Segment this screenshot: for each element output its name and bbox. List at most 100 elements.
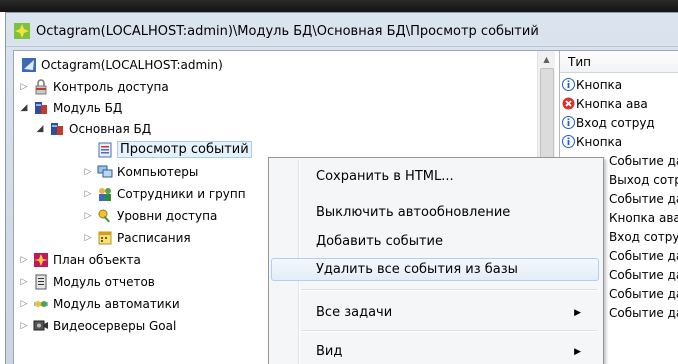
tree-item-floor-plan[interactable]: ▷ План объекта bbox=[18, 249, 141, 270]
list-item-text: Кнопка bbox=[576, 77, 623, 92]
tree-item-db-module[interactable]: ◢ Модуль БД bbox=[18, 97, 123, 118]
collapse-arrow-icon[interactable]: ◢ bbox=[34, 123, 46, 135]
list-item-text: Кнопка ава bbox=[609, 210, 678, 225]
menu-item-label: Выключить автообновление bbox=[316, 205, 511, 220]
list-item-text: Кнопка ава bbox=[576, 96, 648, 111]
access-levels-icon bbox=[98, 209, 110, 222]
menu-item-add-event[interactable]: Добавить событие bbox=[271, 230, 599, 253]
submenu-arrow-icon: ▶ bbox=[574, 307, 581, 318]
tree-item-access-levels[interactable]: ▷ Уровни доступа bbox=[82, 205, 218, 226]
list-item-text: Вход сотруд bbox=[609, 229, 678, 244]
tree-item-reports[interactable]: ▷ Модуль отчетов bbox=[18, 271, 155, 292]
tree-item-label: Модуль автоматики bbox=[53, 296, 180, 311]
tree-item-label: Расписания bbox=[117, 230, 191, 245]
list-item-text: Событие да bbox=[609, 191, 678, 206]
tree-item-label: Octagram(LOCALHOST:admin) bbox=[41, 57, 223, 72]
top-edge-strip bbox=[0, 0, 678, 12]
mmc-window: Octagram(LOCALHOST:admin)\Модуль БД\Осно… bbox=[0, 0, 678, 364]
list-item[interactable]: Кнопка ава bbox=[609, 208, 678, 227]
column-header-type[interactable]: Тип bbox=[560, 51, 678, 73]
menu-item-delete-all-events[interactable]: Удалить все события из базы bbox=[271, 258, 599, 281]
list-item-text: Выход сотр bbox=[609, 172, 678, 187]
tree-item-employees[interactable]: ▷ Сотрудники и групп bbox=[82, 183, 246, 204]
tree-item-label: Модуль БД bbox=[53, 100, 123, 115]
window-title: Octagram(LOCALHOST:admin)\Модуль БД\Осно… bbox=[36, 23, 539, 39]
list-item[interactable]: Событие да bbox=[609, 151, 678, 170]
tree-item-label: Контроль доступа bbox=[53, 79, 169, 94]
expand-arrow-icon[interactable]: ▷ bbox=[18, 320, 30, 332]
list-item[interactable]: Выход сотр bbox=[609, 170, 678, 189]
list-item-text: Событие да bbox=[609, 286, 678, 301]
list-item-text: Событие да bbox=[609, 267, 678, 282]
tree-item-label: Модуль отчетов bbox=[53, 274, 155, 289]
expand-arrow-icon[interactable]: ▷ bbox=[18, 276, 30, 288]
octagram-logo-icon bbox=[14, 23, 30, 39]
scroll-up-arrow-icon[interactable]: ▲ bbox=[538, 51, 555, 68]
expand-arrow-icon[interactable]: ▷ bbox=[82, 188, 94, 200]
menu-item-all-tasks[interactable]: Все задачи ▶ bbox=[271, 301, 599, 324]
expand-arrow-icon[interactable]: ▷ bbox=[18, 254, 30, 266]
menu-item-label: Все задачи bbox=[316, 305, 393, 320]
list-item[interactable]: Событие да bbox=[609, 189, 678, 208]
tree-item-main-db[interactable]: ◢ Основная БД bbox=[34, 118, 152, 139]
list-item[interactable]: Кнопка bbox=[562, 132, 622, 151]
list-item[interactable]: Кнопка ава bbox=[562, 94, 648, 113]
info-icon bbox=[562, 135, 575, 148]
tree-item-automation[interactable]: ▷ Модуль автоматики bbox=[18, 293, 180, 314]
tree-item-label: Уровни доступа bbox=[117, 208, 218, 223]
list-item[interactable]: Событие да bbox=[609, 303, 678, 322]
expand-arrow-icon[interactable]: ▷ bbox=[82, 210, 94, 222]
title-bar[interactable]: Octagram(LOCALHOST:admin)\Модуль БД\Осно… bbox=[6, 16, 678, 47]
tree-item-label: Основная БД bbox=[69, 121, 152, 136]
menu-item-view[interactable]: Вид ▶ bbox=[271, 340, 599, 363]
list-item[interactable]: Вход сотруд bbox=[562, 113, 655, 132]
tree-item-label: План объекта bbox=[53, 252, 141, 267]
video-server-icon bbox=[33, 320, 48, 330]
schedule-icon bbox=[98, 231, 112, 244]
event-log-icon bbox=[98, 142, 112, 157]
context-menu: Сохранить в HTML... Выключить автообновл… bbox=[268, 157, 604, 364]
menu-separator bbox=[301, 330, 597, 332]
lock-icon bbox=[35, 78, 47, 94]
expand-arrow-icon[interactable]: ▷ bbox=[18, 81, 30, 93]
menu-separator bbox=[301, 289, 597, 291]
tree-item-video-servers[interactable]: ▷ Видеосерверы Goal bbox=[18, 315, 177, 336]
collapse-arrow-icon[interactable]: ◢ bbox=[18, 102, 30, 114]
expand-arrow-icon[interactable]: ▷ bbox=[82, 232, 94, 244]
database-icon bbox=[51, 122, 63, 135]
reports-icon bbox=[35, 274, 47, 289]
list-item-text: Событие да bbox=[609, 248, 678, 263]
menu-item-save-html[interactable]: Сохранить в HTML... bbox=[271, 165, 599, 188]
list-item[interactable]: Событие да bbox=[609, 265, 678, 284]
tree-item-schedules[interactable]: ▷ Расписания bbox=[82, 227, 191, 248]
expand-arrow-icon[interactable]: ▷ bbox=[18, 298, 30, 310]
list-item-text: Вход сотруд bbox=[576, 115, 655, 130]
menu-item-label: Сохранить в HTML... bbox=[316, 169, 454, 184]
list-item[interactable]: Кнопка bbox=[562, 75, 622, 94]
list-item-text: Событие да bbox=[609, 153, 678, 168]
menu-item-disable-autorefresh[interactable]: Выключить автообновление bbox=[271, 201, 599, 224]
info-icon bbox=[562, 116, 575, 129]
error-icon bbox=[562, 97, 575, 110]
info-icon bbox=[562, 78, 575, 91]
database-module-icon bbox=[35, 101, 47, 114]
list-item-text: Событие да bbox=[609, 305, 678, 320]
tree-item-label: Сотрудники и групп bbox=[117, 186, 246, 201]
octagram-app-icon bbox=[22, 57, 36, 72]
computers-icon bbox=[97, 165, 113, 177]
tree-item-access-control[interactable]: ▷ Контроль доступа bbox=[18, 76, 169, 97]
list-item[interactable]: Событие да bbox=[609, 284, 678, 303]
tree-item-computers[interactable]: ▷ Компьютеры bbox=[82, 161, 199, 182]
list-item[interactable]: Событие да bbox=[609, 246, 678, 265]
menu-item-label: Добавить событие bbox=[316, 234, 443, 249]
submenu-arrow-icon: ▶ bbox=[574, 346, 581, 357]
expand-arrow-icon[interactable]: ▷ bbox=[82, 166, 94, 178]
employees-icon bbox=[99, 187, 111, 201]
tree-item-label: Видеосерверы Goal bbox=[53, 318, 177, 333]
list-item[interactable]: Вход сотруд bbox=[609, 227, 678, 246]
tree-item-label: Просмотр событий bbox=[117, 141, 252, 158]
tree-item-event-viewer[interactable]: Просмотр событий bbox=[94, 139, 252, 160]
tree-item-root[interactable]: Octagram(LOCALHOST:admin) bbox=[18, 54, 223, 75]
menu-item-label: Удалить все события из базы bbox=[316, 262, 518, 277]
automation-icon bbox=[34, 300, 48, 307]
